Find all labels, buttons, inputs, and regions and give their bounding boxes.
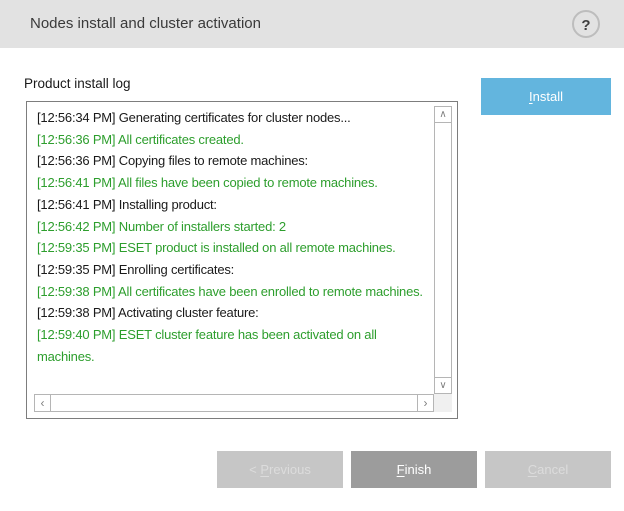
cancel-button[interactable]: Cancel xyxy=(485,451,611,488)
chevron-up-icon: ∧ xyxy=(439,109,446,120)
log-line: [12:59:38 PM] All certificates have been… xyxy=(37,281,432,303)
scroll-down-button[interactable]: ∨ xyxy=(434,377,452,394)
scroll-left-button[interactable]: ‹ xyxy=(34,394,51,412)
log-line: [12:56:42 PM] Number of installers start… xyxy=(37,216,432,238)
previous-button[interactable]: < Previous xyxy=(217,451,343,488)
wizard-dialog: Nodes install and cluster activation ? P… xyxy=(0,0,624,511)
page-title: Nodes install and cluster activation xyxy=(30,0,261,48)
log-line: [12:59:38 PM] Activating cluster feature… xyxy=(37,302,432,324)
install-log-label: Product install log xyxy=(24,76,131,91)
log-line: [12:56:36 PM] All certificates created. xyxy=(37,129,432,151)
horizontal-scrollbar[interactable]: ‹ › xyxy=(34,394,434,412)
help-button[interactable]: ? xyxy=(572,10,600,38)
scroll-right-button[interactable]: › xyxy=(417,394,434,412)
finish-button[interactable]: Finish xyxy=(351,451,477,488)
log-line: [12:56:34 PM] Generating certificates fo… xyxy=(37,107,432,129)
install-log-box: [12:56:34 PM] Generating certificates fo… xyxy=(26,101,458,419)
scroll-up-button[interactable]: ∧ xyxy=(434,106,452,123)
vertical-scrollbar[interactable]: ∧ ∨ xyxy=(434,106,452,394)
question-mark-icon: ? xyxy=(581,17,590,34)
chevron-left-icon: ‹ xyxy=(41,396,45,410)
chevron-down-icon: ∨ xyxy=(439,380,446,391)
install-button[interactable]: Install xyxy=(481,78,611,115)
log-line: [12:59:35 PM] Enrolling certificates: xyxy=(37,259,432,281)
log-line: [12:59:35 PM] ESET product is installed … xyxy=(37,237,432,259)
chevron-right-icon: › xyxy=(424,396,428,410)
dialog-header: Nodes install and cluster activation ? xyxy=(0,0,624,48)
log-line: [12:56:41 PM] All files have been copied… xyxy=(37,172,432,194)
log-line: [12:56:36 PM] Copying files to remote ma… xyxy=(37,150,432,172)
log-line: [12:56:41 PM] Installing product: xyxy=(37,194,432,216)
install-log-text[interactable]: [12:56:34 PM] Generating certificates fo… xyxy=(34,106,434,394)
log-scroll-region: [12:56:34 PM] Generating certificates fo… xyxy=(34,106,452,412)
scrollbar-corner xyxy=(434,394,452,412)
log-line: [12:59:40 PM] ESET cluster feature has b… xyxy=(37,324,432,367)
